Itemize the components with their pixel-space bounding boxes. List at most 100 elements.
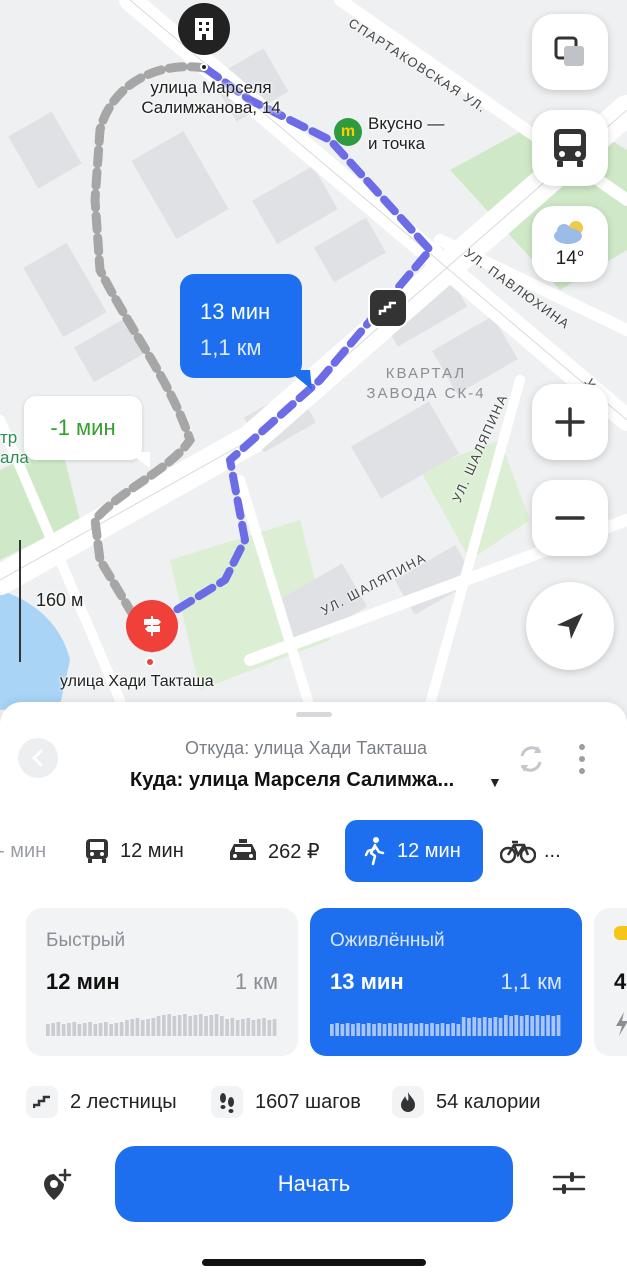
home-indicator[interactable] — [202, 1259, 426, 1266]
profile-bar — [125, 1020, 129, 1036]
transit-button[interactable] — [532, 110, 608, 186]
tab-transit-label: 12 мин — [120, 839, 184, 862]
bus-icon — [554, 129, 586, 167]
profile-bar — [214, 1014, 219, 1036]
start-button[interactable]: Начать — [115, 1146, 513, 1222]
profile-bar — [377, 1023, 382, 1036]
profile-bar — [461, 1017, 466, 1036]
profile-bar — [509, 1016, 513, 1036]
route-info-bubble[interactable]: 13 мин 1,1 км — [180, 274, 302, 378]
route-settings-button[interactable] — [552, 1168, 586, 1203]
back-button[interactable] — [18, 738, 58, 778]
bubble-time: 13 мин — [200, 299, 271, 324]
profile-bar — [188, 1016, 193, 1036]
profile-bar — [198, 1014, 203, 1036]
tab-taxi-label: 262 ₽ — [268, 840, 320, 863]
tab-transit[interactable]: 12 мин — [84, 820, 184, 882]
poi-label[interactable]: Вкусно — и точка — [368, 114, 444, 154]
elevation-profile — [46, 1014, 277, 1036]
layers-button[interactable] — [532, 14, 608, 90]
profile-bar — [82, 1023, 87, 1036]
weather-widget[interactable]: 14° — [532, 206, 608, 282]
profile-bar — [430, 1023, 434, 1036]
origin-label: улица Хади Такташа — [60, 673, 214, 690]
route-sheet: Откуда: улица Хади Такташа Куда: улица М… — [0, 702, 627, 1280]
tab-walk-label: 12 мин — [397, 839, 461, 862]
profile-bar — [204, 1016, 208, 1036]
route-card-title: Быстрый — [46, 930, 126, 951]
route-card-third[interactable]: 4 — [594, 908, 627, 1056]
profile-bar — [435, 1024, 440, 1036]
elevation-profile — [330, 1015, 561, 1036]
profile-bar — [424, 1024, 429, 1036]
tab-bike-label: ... — [544, 839, 561, 862]
origin-dot — [145, 657, 155, 667]
profile-bar — [172, 1016, 177, 1036]
bike-icon — [500, 840, 536, 864]
profile-bar — [220, 1016, 224, 1036]
restaurant-icon[interactable]: m — [334, 118, 362, 146]
route-card-time: 13 мин — [330, 969, 404, 994]
profile-bar — [551, 1016, 556, 1036]
profile-bar — [525, 1015, 529, 1036]
destination-pin-icon[interactable] — [178, 3, 230, 55]
footprints-icon — [220, 1093, 234, 1113]
from-field[interactable]: Откуда: улица Хади Такташа — [86, 738, 526, 759]
route-card-time: 12 мин — [46, 969, 120, 994]
sheet-grabber[interactable] — [296, 712, 332, 717]
swap-button[interactable] — [514, 742, 548, 781]
profile-bar — [340, 1024, 345, 1036]
add-waypoint-button[interactable] — [38, 1168, 74, 1209]
map-view[interactable]: улица Марселя Салимжанова, 14 m Вкусно —… — [0, 0, 627, 740]
profile-bar — [382, 1024, 387, 1036]
route-card-time: 4 — [614, 969, 627, 994]
bus-icon — [86, 839, 108, 863]
tab-walk[interactable]: 12 мин — [345, 820, 483, 882]
tab-taxi[interactable]: 262 ₽ — [228, 820, 320, 882]
profile-bar — [482, 1017, 487, 1036]
cloud-icon — [554, 221, 583, 244]
swap-icon — [520, 746, 542, 772]
profile-bar — [241, 1019, 245, 1036]
alt-route-bubble[interactable]: -1 мин — [24, 396, 142, 460]
profile-bar — [546, 1015, 550, 1036]
profile-bar — [467, 1018, 471, 1036]
profile-bar — [77, 1024, 82, 1036]
stairs-icon — [33, 1095, 50, 1108]
profile-bar — [272, 1019, 277, 1036]
profile-bar — [535, 1015, 540, 1036]
profile-bar — [504, 1015, 508, 1036]
locate-button[interactable] — [526, 582, 614, 670]
zoom-in-button[interactable] — [532, 384, 608, 460]
tab-bike[interactable]: ... — [500, 820, 561, 882]
origin-pin-icon[interactable] — [126, 600, 178, 652]
profile-bar — [530, 1016, 535, 1036]
tab-car[interactable]: - мин — [0, 820, 46, 882]
chevron-down-icon[interactable]: ▼ — [488, 774, 502, 790]
alt-bubble-tail — [128, 452, 150, 468]
route-card-busy[interactable]: Оживлённый 13 мин 1,1 км — [310, 908, 582, 1056]
sliders-icon — [552, 1172, 586, 1194]
profile-bar — [351, 1024, 355, 1036]
profile-bar — [93, 1024, 98, 1036]
stat-calories: 54 калории — [392, 1082, 541, 1122]
profile-bar — [156, 1016, 161, 1036]
profile-bar — [488, 1018, 492, 1036]
profile-bar — [356, 1023, 361, 1036]
profile-bar — [409, 1023, 413, 1036]
bubble-distance: 1,1 км — [200, 335, 262, 360]
scale-label: 160 м — [36, 590, 84, 610]
profile-bar — [61, 1024, 66, 1036]
zoom-out-button[interactable] — [532, 480, 608, 556]
profile-bar — [109, 1024, 113, 1036]
profile-bar — [456, 1024, 461, 1036]
profile-bar — [345, 1023, 350, 1036]
more-button[interactable] — [578, 742, 586, 781]
bubble-tail — [288, 370, 312, 390]
to-field[interactable]: Куда: улица Марселя Салимжа... — [130, 769, 454, 792]
profile-bar — [167, 1014, 171, 1036]
profile-bar — [388, 1023, 392, 1036]
profile-bar — [251, 1020, 256, 1036]
plus-icon — [555, 407, 585, 437]
route-card-fast[interactable]: Быстрый 12 мин 1 км — [26, 908, 298, 1056]
